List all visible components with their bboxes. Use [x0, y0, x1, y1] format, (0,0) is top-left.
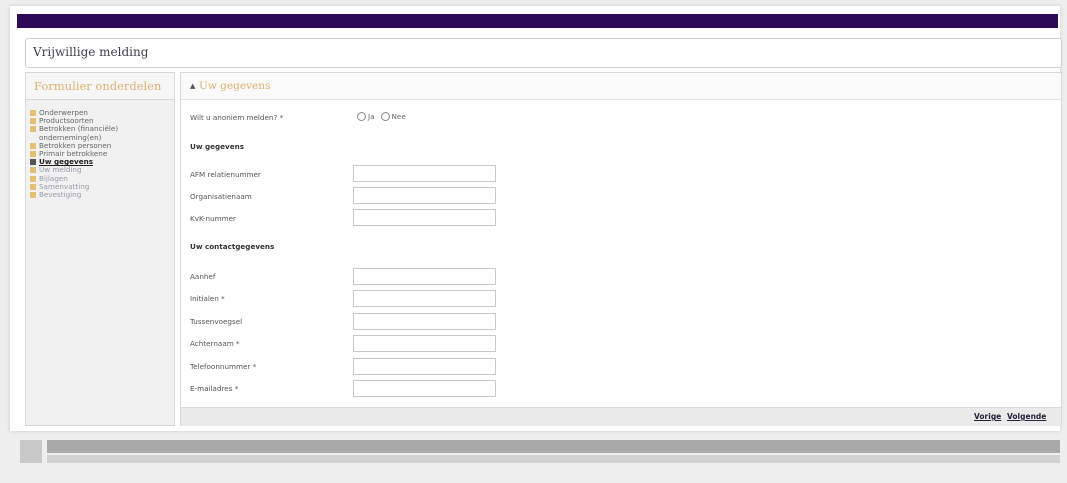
step-icon — [30, 142, 36, 149]
field-label-kvk: KvK-nummer — [190, 214, 237, 223]
sidebar-title: Formulier onderdelen — [34, 79, 162, 93]
page-title: Vrijwillige melding — [33, 45, 149, 59]
anon-question-label: Wilt u anoniem melden? * — [190, 113, 284, 122]
sidebar-nav: Onderwerpen Productsoorten Betrokken (fi… — [30, 108, 172, 199]
kvk-nummer-input[interactable] — [353, 209, 496, 226]
sidebar-item-betrokken-onderneming[interactable]: Betrokken (financiële) onderneming(en) — [30, 125, 172, 141]
step-icon — [30, 126, 36, 133]
collapse-caret-icon[interactable]: ▲ — [190, 82, 195, 90]
section-header[interactable]: ▲ Uw gegevens — [181, 73, 1061, 100]
step-icon — [30, 167, 36, 174]
next-button[interactable]: Volgende — [1007, 412, 1046, 421]
group-title-gegevens: Uw gegevens — [190, 142, 244, 151]
step-icon — [30, 192, 36, 199]
radio-ja[interactable] — [357, 112, 366, 121]
sidebar: Formulier onderdelen Onderwerpen Product… — [25, 72, 175, 426]
group-title-contact: Uw contactgegevens — [190, 242, 275, 251]
sidebar-item-bevestiging[interactable]: Bevestiging — [30, 190, 172, 199]
bottom-bar — [47, 440, 1060, 453]
field-label-tussenvoegsel: Tussenvoegsel — [190, 317, 243, 326]
main-panel: ▲ Uw gegevens Wilt u anoniem melden? * J… — [180, 72, 1062, 426]
telefoonnummer-input[interactable] — [353, 358, 496, 375]
current-step-icon — [30, 159, 36, 166]
step-icon — [30, 118, 36, 125]
step-icon — [30, 183, 36, 190]
step-icon — [30, 151, 36, 158]
sidebar-header: Formulier onderdelen — [26, 73, 174, 100]
bottom-bar-shadow — [47, 455, 1060, 463]
field-label-telefoon: Telefoonnummer * — [190, 362, 257, 371]
radio-nee[interactable] — [380, 112, 390, 121]
initialen-input[interactable] — [353, 290, 496, 307]
field-label-organisatie: Organisatienaam — [190, 192, 252, 201]
field-label-initialen: Initialen * — [190, 294, 225, 303]
anon-radio-group: Ja Nee — [357, 112, 406, 121]
email-input[interactable] — [353, 380, 496, 397]
form-footer: Vorige Volgende — [181, 407, 1061, 426]
field-label-email: E-mailadres * — [190, 384, 239, 393]
radio-nee-label[interactable]: Nee — [392, 112, 406, 121]
field-label-aanhef: Aanhef — [190, 272, 216, 281]
step-icon — [30, 110, 36, 116]
field-label-achternaam: Achternaam * — [190, 339, 240, 348]
step-icon — [30, 175, 36, 182]
tussenvoegsel-input[interactable] — [353, 313, 496, 330]
afm-relatienummer-input[interactable] — [353, 165, 496, 182]
prev-button[interactable]: Vorige — [974, 412, 1001, 421]
brand-bar — [17, 14, 1058, 28]
achternaam-input[interactable] — [353, 335, 496, 352]
section-title: Uw gegevens — [199, 80, 271, 92]
aanhef-input[interactable] — [353, 268, 496, 285]
organisatienaam-input[interactable] — [353, 187, 496, 204]
bottom-bar-left — [20, 440, 42, 463]
field-label-afm: AFM relatienummer — [190, 170, 261, 179]
radio-ja-label[interactable]: Ja — [368, 112, 375, 121]
page-title-bar: Vrijwillige melding — [25, 38, 1062, 68]
